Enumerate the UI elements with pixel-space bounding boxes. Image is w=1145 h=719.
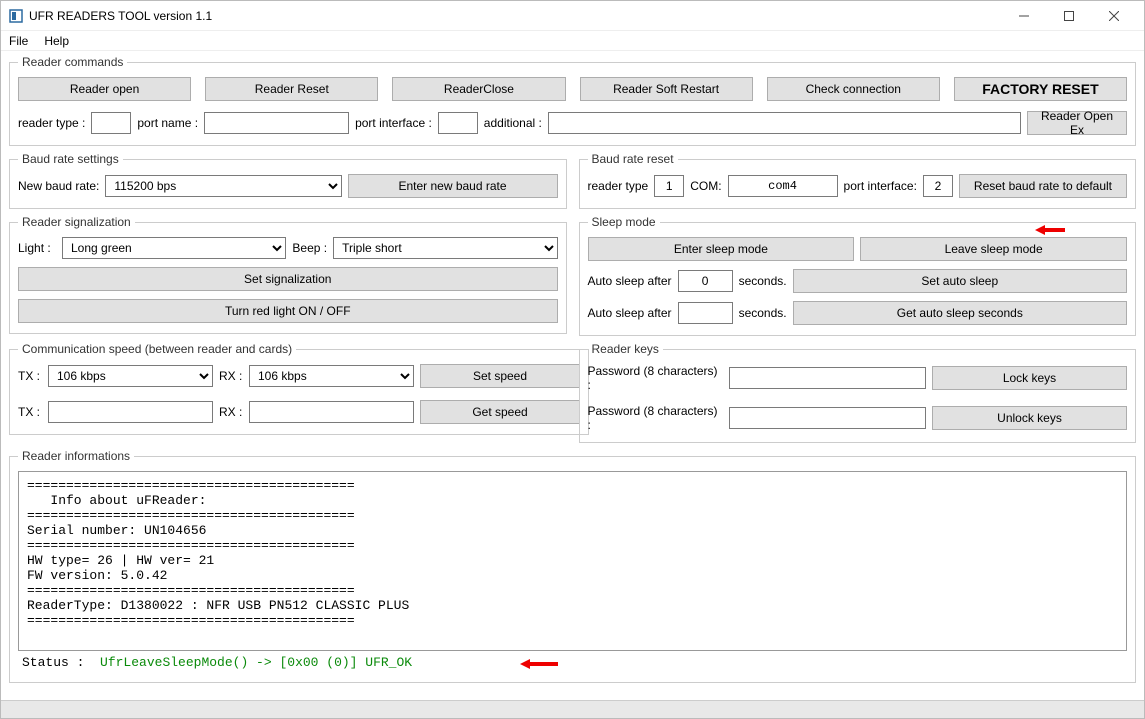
set-auto-sleep-button[interactable]: Set auto sleep (793, 269, 1127, 293)
reader-keys-legend: Reader keys (588, 342, 663, 356)
auto-sleep-label-2: Auto sleep after (588, 306, 672, 320)
baud-rate-select[interactable]: 115200 bps (105, 175, 341, 197)
reader-soft-restart-button[interactable]: Reader Soft Restart (580, 77, 753, 101)
reader-reset-button[interactable]: Reader Reset (205, 77, 378, 101)
port-name-label: port name : (137, 116, 198, 130)
status-label: Status : (22, 655, 84, 670)
reset-baud-default-button[interactable]: Reset baud rate to default (959, 174, 1127, 198)
reader-info-textbox[interactable]: ========================================… (18, 471, 1127, 651)
arrow-annotation-icon (520, 657, 558, 671)
reader-info-group: Reader informations ====================… (9, 449, 1136, 683)
enter-baud-button[interactable]: Enter new baud rate (348, 174, 558, 198)
tx-label-1: TX : (18, 369, 42, 383)
light-select[interactable]: Long green (62, 237, 286, 259)
baud-settings-legend: Baud rate settings (18, 152, 123, 166)
baud-reset-com-input[interactable] (728, 175, 838, 197)
signalization-group: Reader signalization Light : Long green … (9, 215, 567, 334)
close-button[interactable] (1091, 2, 1136, 30)
rx-label-2: RX : (219, 405, 243, 419)
minimize-button[interactable] (1001, 2, 1046, 30)
arrow-annotation-icon (1035, 223, 1065, 237)
tx-select[interactable]: 106 kbps (48, 365, 213, 387)
status-bar (1, 700, 1144, 718)
check-connection-button[interactable]: Check connection (767, 77, 940, 101)
additional-input[interactable] (548, 112, 1021, 134)
reader-type-input[interactable] (91, 112, 131, 134)
baud-settings-group: Baud rate settings New baud rate: 115200… (9, 152, 567, 209)
set-speed-button[interactable]: Set speed (420, 364, 580, 388)
get-auto-sleep-button[interactable]: Get auto sleep seconds (793, 301, 1127, 325)
port-interface-input[interactable] (438, 112, 478, 134)
password-label-1: Password (8 characters) : (588, 364, 723, 392)
rx-display[interactable] (249, 401, 414, 423)
light-label: Light : (18, 241, 56, 255)
menu-file[interactable]: File (9, 34, 28, 48)
additional-label: additional : (484, 116, 542, 130)
port-interface-label: port interface : (355, 116, 432, 130)
menu-help[interactable]: Help (44, 34, 69, 48)
reader-type-label: reader type : (18, 116, 85, 130)
status-message: UfrLeaveSleepMode() -> [0x00 (0)] UFR_OK (100, 655, 412, 670)
beep-select[interactable]: Triple short (333, 237, 557, 259)
set-signalization-button[interactable]: Set signalization (18, 267, 558, 291)
reader-commands-group: Reader commands Reader open Reader Reset… (9, 55, 1136, 146)
baud-reset-legend: Baud rate reset (588, 152, 678, 166)
beep-label: Beep : (292, 241, 327, 255)
sleep-mode-legend: Sleep mode (588, 215, 660, 229)
leave-sleep-button[interactable]: Leave sleep mode (860, 237, 1127, 261)
signalization-legend: Reader signalization (18, 215, 135, 229)
password-label-2: Password (8 characters) : (588, 404, 723, 432)
baud-reset-reader-type-input[interactable] (654, 175, 684, 197)
maximize-button[interactable] (1046, 2, 1091, 30)
reader-close-button[interactable]: ReaderClose (392, 77, 565, 101)
baud-reset-port-iface-input[interactable] (923, 175, 953, 197)
baud-reset-reader-type-label: reader type (588, 179, 649, 193)
reader-open-button[interactable]: Reader open (18, 77, 191, 101)
menubar: File Help (1, 31, 1144, 51)
get-speed-button[interactable]: Get speed (420, 400, 580, 424)
titlebar: UFR READERS TOOL version 1.1 (1, 1, 1144, 31)
auto-sleep-input-2[interactable] (678, 302, 733, 324)
reader-keys-group: Reader keys Password (8 characters) : Lo… (579, 342, 1137, 443)
password-input-2[interactable] (729, 407, 927, 429)
sleep-mode-group: Sleep mode Enter sleep mode Leave sleep … (579, 215, 1137, 336)
rx-label-1: RX : (219, 369, 243, 383)
tx-label-2: TX : (18, 405, 42, 419)
comm-speed-group: Communication speed (between reader and … (9, 342, 589, 435)
new-baud-label: New baud rate: (18, 179, 99, 193)
red-light-toggle-button[interactable]: Turn red light ON / OFF (18, 299, 558, 323)
rx-select[interactable]: 106 kbps (249, 365, 414, 387)
enter-sleep-button[interactable]: Enter sleep mode (588, 237, 855, 261)
auto-sleep-label-1: Auto sleep after (588, 274, 672, 288)
baud-reset-group: Baud rate reset reader type COM: port in… (579, 152, 1137, 209)
reader-open-ex-button[interactable]: Reader Open Ex (1027, 111, 1127, 135)
baud-reset-com-label: COM: (690, 179, 721, 193)
window-title: UFR READERS TOOL version 1.1 (29, 9, 1001, 23)
seconds-label-2: seconds. (739, 306, 787, 320)
reader-commands-legend: Reader commands (18, 55, 127, 69)
auto-sleep-input-1[interactable] (678, 270, 733, 292)
seconds-label-1: seconds. (739, 274, 787, 288)
unlock-keys-button[interactable]: Unlock keys (932, 406, 1127, 430)
port-name-input[interactable] (204, 112, 349, 134)
factory-reset-button[interactable]: FACTORY RESET (954, 77, 1127, 101)
reader-info-legend: Reader informations (18, 449, 134, 463)
tx-display[interactable] (48, 401, 213, 423)
password-input-1[interactable] (729, 367, 927, 389)
lock-keys-button[interactable]: Lock keys (932, 366, 1127, 390)
comm-speed-legend: Communication speed (between reader and … (18, 342, 296, 356)
baud-reset-port-iface-label: port interface: (844, 179, 917, 193)
app-icon (9, 9, 23, 23)
